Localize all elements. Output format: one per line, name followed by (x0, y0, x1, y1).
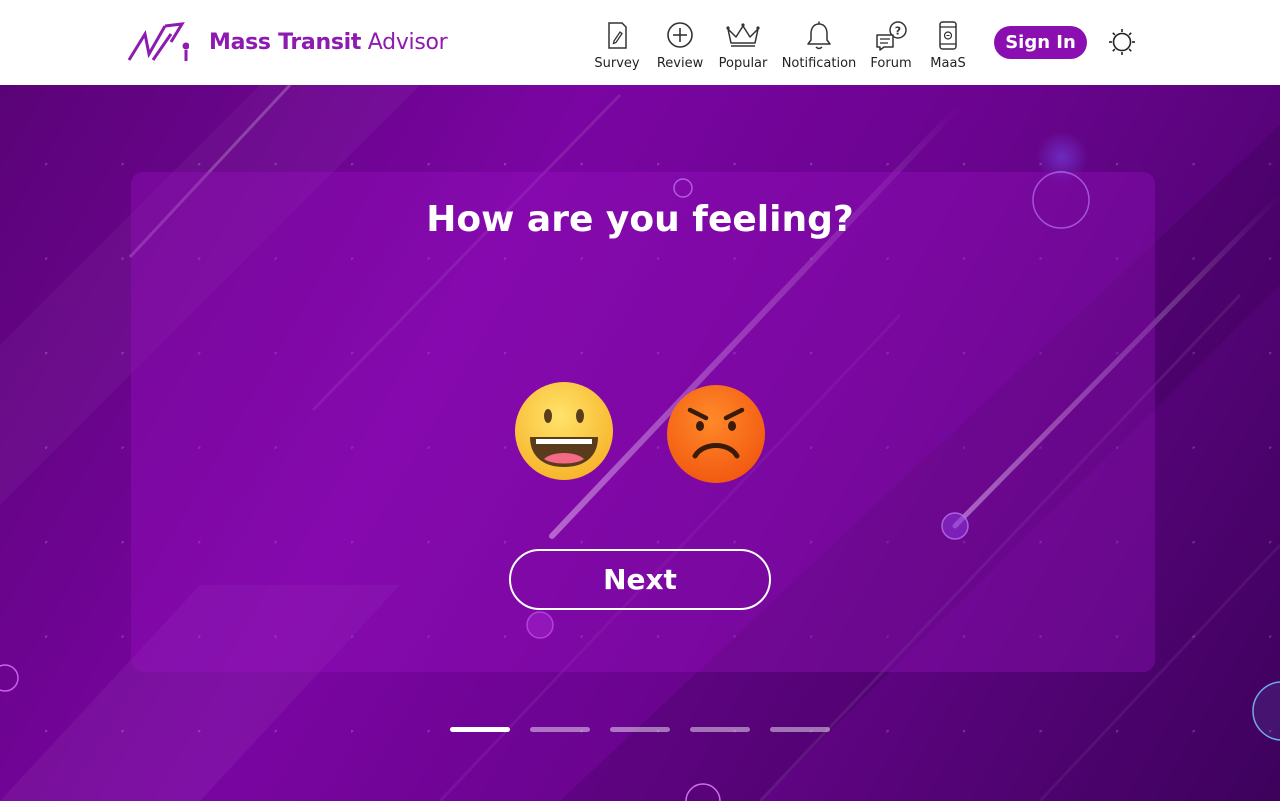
nav-item-popular[interactable]: Popular (719, 20, 767, 71)
phone-icon (939, 21, 957, 50)
logo-mark-icon (127, 22, 189, 61)
survey-hero (0, 85, 1280, 801)
brand-logo[interactable]: Mass Transit Advisor (127, 20, 448, 64)
step-dot-5[interactable] (770, 727, 830, 732)
brand-name-bold: Mass Transit (209, 29, 362, 55)
brand-name: Mass Transit Advisor (209, 29, 448, 55)
top-header: Mass Transit Advisor Survey Review Popul… (0, 0, 1280, 85)
nav-item-notification[interactable]: Notification (781, 20, 857, 71)
chat-question-icon: ? (876, 21, 907, 51)
nav-label-survey: Survey (594, 56, 640, 71)
nav-item-survey[interactable]: Survey (594, 20, 640, 71)
nav-label-popular: Popular (718, 56, 768, 71)
nav-item-forum[interactable]: ? Forum (870, 20, 912, 71)
step-indicator (450, 727, 830, 732)
survey-icon (608, 22, 627, 49)
happy-face-icon (515, 382, 613, 480)
sign-in-button[interactable]: Sign In (994, 26, 1087, 59)
crown-icon (726, 23, 760, 47)
step-dot-4[interactable] (690, 727, 750, 732)
option-happy[interactable] (514, 381, 614, 485)
nav-item-review[interactable]: Review (656, 20, 704, 71)
step-dot-2[interactable] (530, 727, 590, 732)
next-button[interactable]: Next (509, 549, 771, 610)
nav-label-maas: MaaS (930, 56, 966, 71)
sun-icon (1109, 29, 1135, 55)
bell-icon (807, 21, 831, 50)
nav-label-forum: Forum (870, 56, 912, 71)
theme-toggle-button[interactable] (1108, 28, 1136, 60)
plus-circle-icon (667, 22, 693, 48)
nav-label-notification: Notification (781, 56, 857, 71)
brand-name-light: Advisor (367, 29, 448, 55)
nav-item-maas[interactable]: MaaS (930, 20, 966, 71)
svg-text:?: ? (895, 25, 901, 38)
step-dot-3[interactable] (610, 727, 670, 732)
option-angry[interactable] (666, 384, 766, 488)
step-dot-1[interactable] (450, 727, 510, 732)
survey-question: How are you feeling? (426, 199, 854, 240)
angry-face-icon (667, 385, 765, 483)
nav-label-review: Review (656, 56, 704, 71)
